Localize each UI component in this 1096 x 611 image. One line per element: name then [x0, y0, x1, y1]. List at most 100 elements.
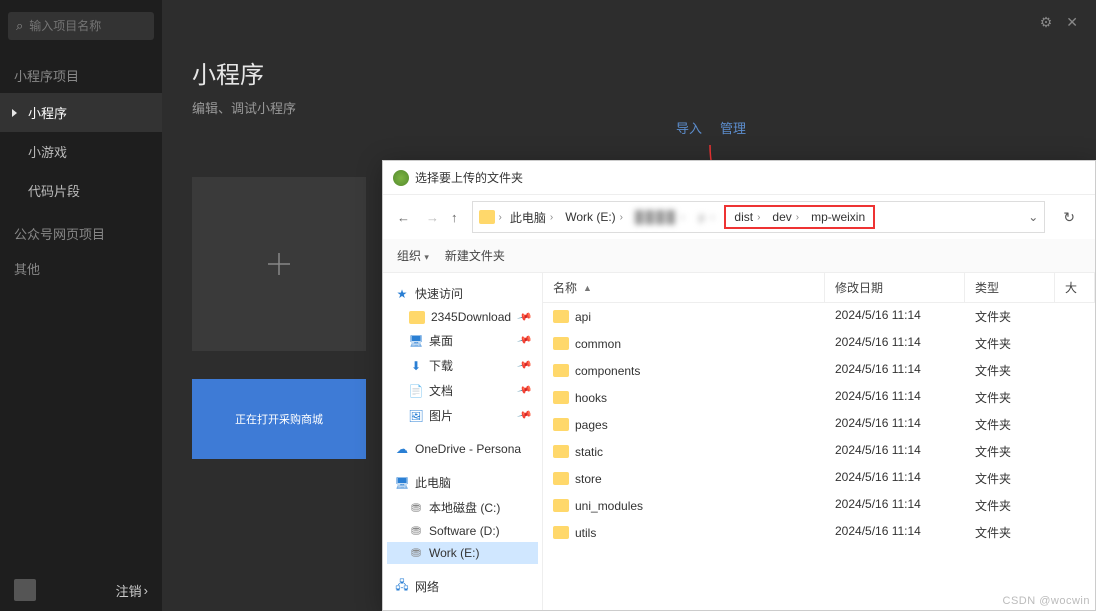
- cloud-icon: ☁: [395, 442, 409, 456]
- side-onedrive[interactable]: ☁OneDrive - Persona: [387, 438, 538, 460]
- file-row[interactable]: utils2024/5/16 11:14文件夹: [543, 519, 1095, 546]
- file-row[interactable]: common2024/5/16 11:14文件夹: [543, 330, 1095, 357]
- file-type: 文件夹: [965, 360, 1055, 381]
- sort-asc-icon: ▲: [583, 283, 592, 293]
- nav-item-snippet[interactable]: 代码片段: [0, 171, 162, 210]
- path-seg-hidden2[interactable]: p›: [694, 208, 720, 226]
- side-item[interactable]: 2345Download📌: [387, 306, 538, 328]
- folder-icon: [553, 391, 569, 404]
- path-seg-hidden[interactable]: ████›: [631, 208, 690, 226]
- forward-button[interactable]: →: [422, 206, 443, 229]
- page-subtitle: 编辑、调试小程序: [192, 98, 1066, 117]
- file-row[interactable]: uni_modules2024/5/16 11:14文件夹: [543, 492, 1095, 519]
- col-type[interactable]: 类型: [965, 273, 1055, 302]
- file-name: static: [575, 445, 603, 459]
- file-name: components: [575, 364, 640, 378]
- file-date: 2024/5/16 11:14: [825, 306, 965, 327]
- list-header: 名称▲ 修改日期 类型 大: [543, 273, 1095, 303]
- file-date: 2024/5/16 11:14: [825, 387, 965, 408]
- file-dialog: 选择要上传的文件夹 ← → ↑ › 此电脑› Work (E:)› ████› …: [382, 160, 1096, 611]
- folder-icon: [409, 311, 425, 324]
- file-name: uni_modules: [575, 499, 643, 513]
- folder-icon: [553, 310, 569, 323]
- avatar[interactable]: [14, 579, 36, 601]
- add-project-button[interactable]: [192, 177, 366, 351]
- nav-header-public[interactable]: 公众号网页项目: [0, 216, 162, 251]
- chevron-icon: ›: [499, 212, 502, 223]
- organize-button[interactable]: 组织 ▾: [397, 247, 429, 264]
- file-row[interactable]: hooks2024/5/16 11:14文件夹: [543, 384, 1095, 411]
- search-box[interactable]: ⌕: [8, 12, 154, 40]
- folder-icon: [553, 445, 569, 458]
- file-name: utils: [575, 526, 596, 540]
- path-seg-mpweixin[interactable]: mp-weixin: [807, 208, 869, 226]
- side-thispc[interactable]: 🖥此电脑: [387, 470, 538, 495]
- chevron-right-icon: ›: [144, 583, 148, 598]
- folder-icon: [553, 364, 569, 377]
- path-dropdown-icon[interactable]: ⌄: [1028, 210, 1038, 224]
- newfolder-button[interactable]: 新建文件夹: [445, 247, 505, 264]
- nav-item-miniprogram[interactable]: 小程序: [0, 93, 162, 132]
- pin-icon: 📌: [516, 408, 532, 424]
- page-title: 小程序: [192, 55, 1066, 90]
- back-button[interactable]: ←: [393, 206, 414, 229]
- picture-icon: 🖼: [409, 409, 423, 423]
- search-icon: ⌕: [16, 18, 23, 34]
- col-size[interactable]: 大: [1055, 273, 1095, 302]
- pin-icon: 📌: [516, 309, 532, 325]
- path-seg-drive[interactable]: Work (E:)›: [561, 208, 627, 226]
- file-name: api: [575, 310, 591, 324]
- col-date[interactable]: 修改日期: [825, 273, 965, 302]
- side-network[interactable]: 🖧网络: [387, 574, 538, 599]
- pin-icon: 📌: [516, 333, 532, 349]
- side-item[interactable]: ⬇下载📌: [387, 353, 538, 378]
- side-item[interactable]: 🖥桌面📌: [387, 328, 538, 353]
- col-name[interactable]: 名称▲: [543, 273, 825, 302]
- app-icon: [393, 170, 409, 186]
- file-row[interactable]: store2024/5/16 11:14文件夹: [543, 465, 1095, 492]
- folder-icon: [553, 499, 569, 512]
- file-row[interactable]: static2024/5/16 11:14文件夹: [543, 438, 1095, 465]
- dialog-title: 选择要上传的文件夹: [415, 169, 523, 186]
- logout-button[interactable]: 注销›: [116, 581, 148, 600]
- file-name: store: [575, 472, 602, 486]
- file-type: 文件夹: [965, 441, 1055, 462]
- path-seg-dist[interactable]: dist›: [730, 208, 764, 226]
- side-drive-c[interactable]: ⛃本地磁盘 (C:): [387, 495, 538, 520]
- import-link[interactable]: 导入: [676, 118, 702, 137]
- file-type: 文件夹: [965, 468, 1055, 489]
- file-row[interactable]: pages2024/5/16 11:14文件夹: [543, 411, 1095, 438]
- star-icon: ★: [395, 287, 409, 301]
- pc-icon: 🖥: [395, 476, 409, 490]
- side-item[interactable]: 📄文档📌: [387, 378, 538, 403]
- gear-icon[interactable]: ⚙: [1040, 14, 1053, 31]
- folder-icon: [553, 526, 569, 539]
- file-type: 文件夹: [965, 522, 1055, 543]
- nav-item-minigame[interactable]: 小游戏: [0, 132, 162, 171]
- nav-header-other[interactable]: 其他: [0, 251, 162, 286]
- file-type: 文件夹: [965, 306, 1055, 327]
- project-preview[interactable]: 正在打开采购商城: [192, 379, 366, 459]
- drive-icon: ⛃: [409, 524, 423, 538]
- plus-icon: [265, 250, 293, 278]
- file-row[interactable]: api 2024/5/16 11:14文件夹: [543, 303, 1095, 330]
- sidebar: ⌕ 小程序项目 小程序 小游戏 代码片段 公众号网页项目 其他 注销›: [0, 0, 162, 611]
- side-drive-d[interactable]: ⛃Software (D:): [387, 520, 538, 542]
- file-name: hooks: [575, 391, 607, 405]
- search-input[interactable]: [29, 19, 146, 33]
- desktop-icon: 🖥: [409, 334, 423, 348]
- network-icon: 🖧: [395, 580, 409, 594]
- address-bar[interactable]: › 此电脑› Work (E:)› ████› p› dist› dev› mp…: [472, 201, 1046, 233]
- side-drive-e[interactable]: ⛃Work (E:): [387, 542, 538, 564]
- file-row[interactable]: components2024/5/16 11:14文件夹: [543, 357, 1095, 384]
- side-item[interactable]: 🖼图片📌: [387, 403, 538, 428]
- path-seg-dev[interactable]: dev›: [768, 208, 803, 226]
- side-quickaccess[interactable]: ★快速访问: [387, 281, 538, 306]
- manage-link[interactable]: 管理: [720, 118, 746, 137]
- up-button[interactable]: ↑: [451, 210, 458, 225]
- download-icon: ⬇: [409, 359, 423, 373]
- path-seg-thispc[interactable]: 此电脑›: [506, 207, 557, 228]
- refresh-button[interactable]: ↻: [1053, 205, 1085, 230]
- close-icon[interactable]: ✕: [1066, 14, 1078, 31]
- pin-icon: 📌: [516, 358, 532, 374]
